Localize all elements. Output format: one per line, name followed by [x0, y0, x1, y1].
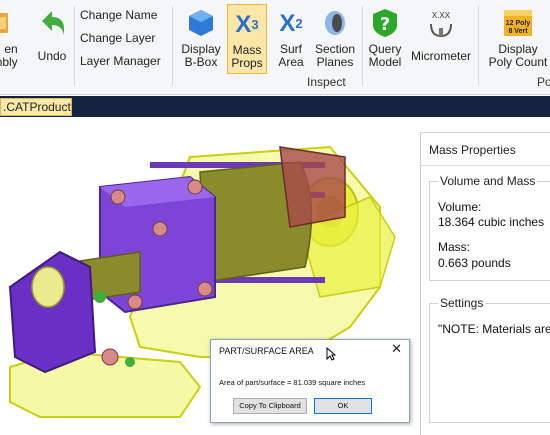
panel-title: Mass Properties	[429, 143, 516, 157]
panel-divider	[421, 165, 550, 166]
ribbon-separator	[362, 6, 363, 86]
surface-area-dialog: PART/SURFACE AREA ✕ Area of part/surface…	[210, 339, 410, 423]
volume-value: 18.364 cubic inches	[438, 215, 545, 229]
bolt-head	[197, 281, 213, 297]
display-poly-count-button[interactable]: 12 Poly 8 Vert Display Poly Count	[486, 6, 550, 69]
document-tab[interactable]: .CATProduct	[0, 98, 72, 116]
x-cubed-icon: X3	[230, 7, 264, 41]
layer-commands: Change Name Change Layer Layer Manager	[80, 6, 161, 75]
undo-arrow-icon	[35, 6, 69, 40]
section-planes-label: Section Planes	[314, 42, 356, 69]
x-squared-letter: X	[279, 9, 296, 37]
green-fastener	[94, 291, 106, 303]
mass-properties-panel: Mass Properties Volume and Mass Volume: …	[420, 132, 550, 435]
change-layer-button[interactable]: Change Layer	[80, 29, 161, 52]
undo-label: Undo	[37, 49, 67, 63]
settings-note: "NOTE: Materials are sp	[438, 322, 550, 336]
mass-value: 0.663 pounds	[438, 256, 511, 270]
settings-group-title: Settings	[438, 296, 486, 310]
display-bbox-button[interactable]: Display B-Box	[178, 6, 224, 69]
red-end-cap	[279, 146, 346, 228]
clevis-pin	[31, 266, 65, 308]
ribbon-separator	[478, 6, 479, 86]
ribbon-separator	[172, 6, 173, 86]
inspect-group-label: Inspect	[307, 75, 346, 89]
open-assembly-label: en mbly	[0, 42, 18, 69]
x-cubed-letter: X	[235, 10, 252, 38]
layer-manager-button[interactable]: Layer Manager	[80, 52, 161, 75]
volume-mass-groupbox: Volume and Mass Volume: 18.364 cubic inc…	[429, 174, 550, 281]
surf-area-label: Surf Area	[278, 42, 304, 69]
dialog-title: PART/SURFACE AREA	[219, 346, 314, 356]
poly-count-readout: 12 Poly 8 Vert	[505, 20, 531, 35]
mass-props-button[interactable]: X3 Mass Props	[227, 4, 267, 74]
copy-to-clipboard-button[interactable]: Copy To Clipboard	[233, 398, 307, 414]
bolt-head	[101, 348, 119, 366]
poly-group-label: Po	[537, 75, 550, 89]
micrometer-label: Micrometer	[410, 49, 471, 63]
area-result-text: Area of part/surface = 81.039 square inc…	[219, 378, 366, 387]
green-fastener	[125, 357, 135, 367]
close-icon[interactable]: ✕	[391, 341, 402, 357]
volume-mass-group-title: Volume and Mass	[438, 174, 538, 188]
bounding-box-icon	[184, 6, 218, 40]
poly-count-icon: 12 Poly 8 Vert	[501, 6, 535, 40]
ok-button[interactable]: OK	[314, 398, 372, 414]
change-name-button[interactable]: Change Name	[80, 6, 161, 29]
undo-button[interactable]: Undo	[33, 6, 71, 63]
bolt-head	[152, 221, 168, 237]
surf-area-button[interactable]: X2 Surf Area	[272, 6, 310, 69]
question-shield-icon: ?	[368, 6, 402, 40]
display-bbox-label: Display B-Box	[181, 42, 221, 69]
section-planes-button[interactable]: Section Planes	[312, 6, 358, 69]
micrometer-readout: X.XX	[431, 10, 451, 20]
open-assembly-button[interactable]: en mbly	[0, 6, 18, 69]
ribbon-toolbar: en mbly Undo Change Name Change Layer La…	[0, 0, 550, 95]
document-tab-strip: .CATProduct	[0, 96, 550, 117]
x-squared-exponent: 2	[295, 15, 303, 31]
x-squared-icon: X2	[274, 6, 308, 40]
section-plane-icon	[318, 6, 352, 40]
query-model-button[interactable]: ? Query Model	[366, 6, 404, 69]
display-poly-count-label: Display Poly Count	[488, 42, 548, 69]
volume-label: Volume:	[438, 200, 482, 214]
ribbon-separator	[74, 6, 75, 86]
micrometer-icon: X.XX	[424, 6, 458, 40]
query-model-label: Query Model	[368, 42, 402, 69]
bolt-head	[187, 179, 203, 195]
assembly-icon	[0, 6, 22, 40]
settings-groupbox: Settings "NOTE: Materials are sp	[429, 296, 550, 423]
mass-props-label: Mass Props	[231, 43, 263, 70]
mouse-cursor-icon	[326, 347, 336, 361]
svg-text:?: ?	[380, 14, 390, 35]
x-cubed-exponent: 3	[251, 16, 259, 32]
mass-label: Mass:	[438, 240, 471, 254]
bolt-head	[127, 294, 143, 310]
bolt-head	[110, 189, 126, 205]
micrometer-button[interactable]: X.XX Micrometer	[408, 6, 474, 63]
